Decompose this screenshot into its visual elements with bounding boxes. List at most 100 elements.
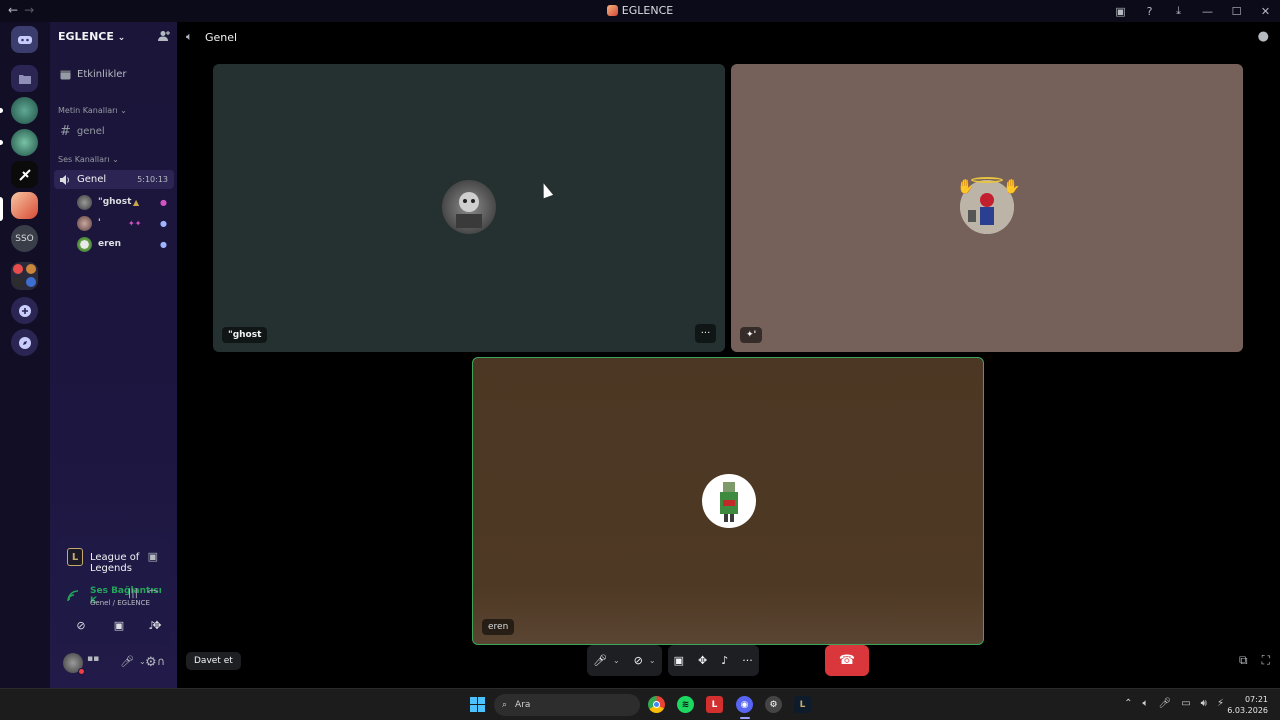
speaker-icon: 🔈︎ bbox=[186, 30, 193, 43]
network-icon[interactable]: ⚡ bbox=[1217, 698, 1224, 709]
chat-icon[interactable]: ● bbox=[1258, 29, 1269, 44]
video-tile-2[interactable]: ✋ ✋ ✦' bbox=[731, 64, 1243, 352]
status-dot bbox=[78, 668, 85, 675]
explore-icon[interactable] bbox=[11, 329, 38, 356]
display-icon[interactable]: ▭ bbox=[1181, 698, 1190, 709]
soundboard-icon[interactable]: ♪ bbox=[721, 654, 728, 667]
speaker-icon bbox=[60, 174, 69, 185]
windows-taskbar: ⌕ Ara ≋ L ◉ ⚙ L ⌃ 🔈︎ 🎤︎ ▭ 🔊︎ ⚡ 07:21 6.0… bbox=[0, 688, 1280, 720]
video-tile-ghost[interactable]: "ghost ··· bbox=[213, 64, 725, 352]
channel-title: Genel bbox=[205, 31, 238, 44]
chrome-icon[interactable] bbox=[648, 696, 665, 713]
chevron-up-icon[interactable]: ⌃ bbox=[1124, 698, 1132, 709]
voice-channel-genel[interactable]: Genel 5:10:13 bbox=[54, 170, 174, 189]
activities-icon[interactable]: ✥ bbox=[698, 654, 707, 667]
chevron-down-icon[interactable]: ⌄ bbox=[649, 656, 656, 665]
phone-hangup-icon: ☎︎ bbox=[838, 653, 856, 668]
chevron-down-icon[interactable]: ⌄ bbox=[613, 656, 620, 665]
media-controls: ▣ ✥ ♪ ··· bbox=[667, 645, 759, 676]
folder-icon[interactable] bbox=[11, 65, 38, 92]
maximize-button[interactable]: ☐ bbox=[1222, 0, 1251, 22]
halo-icon bbox=[971, 177, 1003, 183]
app-l-icon[interactable]: L bbox=[706, 696, 723, 713]
call-controls: Davet et 🎤︎ ⌄ ⊘ ⌄ ▣ ✥ ♪ ··· ☎︎ ⧉ ⛶ bbox=[177, 645, 1280, 685]
server-sso-icon[interactable]: SSO bbox=[11, 225, 38, 252]
video-tile-eren[interactable]: eren bbox=[472, 357, 984, 645]
window-title: EGLENCE bbox=[0, 4, 1280, 17]
download-icon[interactable]: ⤓ bbox=[1164, 0, 1193, 22]
server-name: EGLENCE bbox=[58, 30, 114, 43]
participant-name: "ghost bbox=[222, 327, 268, 343]
voice-user[interactable]: eren ● bbox=[77, 235, 171, 253]
clock[interactable]: 07:21 6.03.2026 bbox=[1227, 694, 1268, 716]
camera-off-icon[interactable]: ⊘ bbox=[634, 654, 643, 667]
mic-control[interactable]: 🎤︎ ⌄ ⊘ ⌄ bbox=[587, 645, 662, 676]
text-channel-genel[interactable]: # genel bbox=[54, 122, 174, 140]
clock-time: 07:21 bbox=[1244, 695, 1268, 704]
camera-off-icon: ⊘ bbox=[76, 618, 86, 632]
server-3-icon[interactable] bbox=[11, 161, 38, 188]
server-folder-icon[interactable] bbox=[11, 262, 38, 290]
more-options-button[interactable]: ··· bbox=[695, 324, 716, 343]
popout-icon[interactable]: ⧉ bbox=[1239, 653, 1248, 668]
server-header[interactable]: EGLENCE ⌄ bbox=[58, 30, 170, 46]
direct-messages-icon[interactable] bbox=[11, 26, 38, 53]
channel-header: 🔈︎ Genel ● bbox=[177, 22, 1280, 52]
participant-name-tag: ✦' bbox=[740, 327, 763, 343]
league-icon[interactable]: L bbox=[794, 696, 811, 713]
discord-icon[interactable]: ◉ bbox=[736, 696, 753, 713]
spotify-icon[interactable]: ≋ bbox=[677, 696, 694, 713]
screen-share-icon[interactable]: ▣ bbox=[148, 550, 158, 563]
microphone-icon[interactable]: 🎤︎ bbox=[593, 654, 607, 667]
close-button[interactable]: ✕ bbox=[1251, 0, 1280, 22]
disconnect-icon[interactable]: ⌒ bbox=[147, 587, 158, 603]
start-button[interactable] bbox=[470, 697, 485, 712]
screen-share-button[interactable]: ▣ bbox=[104, 614, 134, 636]
more-icon[interactable]: ··· bbox=[742, 654, 753, 667]
microphone-icon[interactable]: 🎤︎ bbox=[1159, 698, 1172, 709]
participant-name: eren bbox=[482, 619, 515, 635]
camera-toggle-button[interactable]: ⊘ bbox=[66, 614, 96, 636]
help-icon[interactable]: ? bbox=[1135, 0, 1164, 22]
speaker-icon[interactable]: 🔊︎ bbox=[1201, 698, 1207, 709]
title-bar: ←→ EGLENCE ▣ ? ⤓ — ☐ ✕ bbox=[0, 0, 1280, 22]
deafened-icon: ● bbox=[160, 197, 167, 207]
screen-icon: ▣ bbox=[113, 618, 125, 632]
server-icon bbox=[606, 5, 618, 16]
channel-sidebar: EGLENCE ⌄ Etkinlikler Metin Kanalları ⌄ … bbox=[50, 22, 177, 688]
avatar bbox=[77, 194, 92, 210]
server-1-icon[interactable] bbox=[11, 97, 38, 124]
volume-icon[interactable]: 🔈︎ bbox=[1143, 698, 1149, 709]
fullscreen-icon[interactable]: ⛶ bbox=[1262, 653, 1270, 668]
noise-suppression-icon[interactable]: ||| bbox=[128, 588, 138, 599]
add-server-icon[interactable] bbox=[11, 297, 38, 324]
voice-user[interactable]: ' ✦✦ ● bbox=[77, 214, 171, 232]
selected-pill bbox=[0, 197, 3, 221]
screen-share-icon[interactable]: ▣ bbox=[674, 654, 684, 667]
soundboard-button[interactable]: ♪ bbox=[137, 619, 167, 632]
steam-icon[interactable]: ⚙ bbox=[765, 696, 782, 713]
unread-pill bbox=[0, 108, 3, 113]
activity-icon: ✦✦ bbox=[128, 218, 142, 228]
signal-icon bbox=[67, 590, 79, 602]
activity-panel: L League of Legends ▣ bbox=[56, 537, 170, 579]
server-eglence-icon[interactable] bbox=[11, 192, 38, 219]
text-category[interactable]: Metin Kanalları ⌄ bbox=[58, 106, 127, 115]
taskbar-search[interactable]: ⌕ Ara bbox=[494, 694, 640, 716]
voice-category[interactable]: Ses Kanalları ⌄ bbox=[58, 155, 119, 164]
voice-user[interactable]: "ghost ▲ ● bbox=[77, 193, 171, 211]
chevron-down-icon: ⌄ bbox=[117, 33, 126, 43]
server-2-icon[interactable] bbox=[11, 129, 38, 156]
invite-button[interactable]: Davet et bbox=[186, 652, 241, 670]
hands-icon: ✋ bbox=[957, 179, 975, 195]
calendar-icon bbox=[60, 70, 71, 79]
hang-up-button[interactable]: ☎︎ bbox=[825, 645, 869, 676]
headphones-icon[interactable]: ∩ bbox=[157, 655, 165, 668]
settings-icon[interactable]: ⚙ bbox=[145, 655, 157, 670]
minimize-button[interactable]: — bbox=[1193, 0, 1222, 22]
hashtag-icon: # bbox=[60, 123, 71, 139]
inbox-icon[interactable]: ▣ bbox=[1106, 0, 1135, 22]
microphone-icon[interactable]: 🎤︎ bbox=[120, 655, 134, 668]
invite-member-icon[interactable] bbox=[158, 30, 170, 45]
events-item[interactable]: Etkinlikler bbox=[54, 66, 174, 82]
